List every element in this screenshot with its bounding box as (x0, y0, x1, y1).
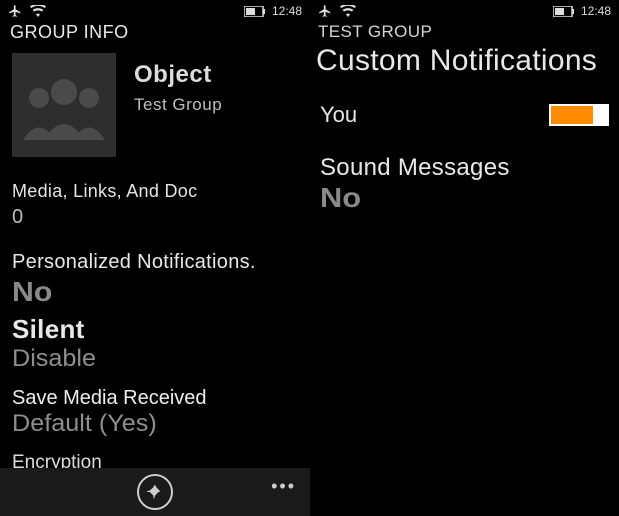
save-media-value: Default (Yes) (12, 410, 310, 438)
custom-notifications-toggle[interactable] (549, 104, 609, 126)
personalized-notifications-value: No (12, 276, 310, 308)
wifi-icon (340, 5, 356, 17)
silent-title[interactable]: Silent (12, 314, 298, 345)
sound-messages-title[interactable]: Sound Messages (320, 154, 609, 182)
app-bar: ••• (0, 468, 310, 516)
group-info-screen: 12:48 GROUP INFO Object Test Group (0, 0, 310, 516)
group-avatar (12, 53, 116, 157)
status-bar: 12:48 (310, 0, 619, 20)
you-label: You (320, 102, 357, 128)
page-heading: Custom Notifications (310, 42, 619, 78)
group-header[interactable]: Object Test Group (0, 47, 310, 163)
battery-icon (244, 6, 266, 17)
page-title: GROUP INFO (0, 20, 310, 47)
battery-icon (553, 6, 575, 17)
more-button[interactable]: ••• (271, 476, 296, 497)
airplane-mode-icon (318, 4, 332, 18)
personalized-notifications-title[interactable]: Personalized Notifications. (12, 251, 298, 274)
custom-notifications-screen: 12:48 TEST GROUP Custom Notifications Yo… (310, 0, 619, 516)
media-links-count: 0 (12, 206, 298, 229)
save-media-title[interactable]: Save Media Received (12, 387, 298, 410)
group-object-label: Object (134, 61, 222, 89)
status-bar: 12:48 (0, 0, 310, 20)
clock-text: 12:48 (272, 4, 302, 18)
pin-button[interactable] (137, 474, 173, 510)
media-links-title[interactable]: Media, Links, And Doc (12, 181, 298, 202)
airplane-mode-icon (8, 4, 22, 18)
silent-value: Disable (12, 345, 310, 373)
breadcrumb: TEST GROUP (310, 20, 619, 42)
group-name-label: Test Group (134, 95, 222, 115)
sound-messages-value: No (320, 182, 619, 214)
wifi-icon (30, 5, 46, 17)
clock-text: 12:48 (581, 4, 611, 18)
